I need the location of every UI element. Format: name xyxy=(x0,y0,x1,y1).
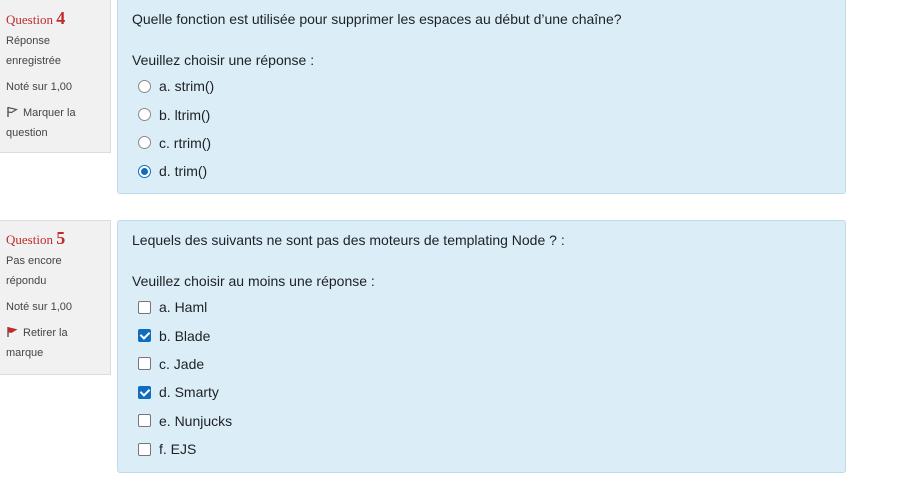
checkbox[interactable] xyxy=(138,300,151,314)
checkbox[interactable] xyxy=(138,357,151,371)
answer-label: a. Haml xyxy=(159,299,208,316)
question-number: Question 5 xyxy=(6,227,104,251)
answer-option-d[interactable]: d. Smarty xyxy=(138,378,831,406)
answer-option-a[interactable]: a. Haml xyxy=(138,293,831,321)
answer-option-b[interactable]: b. ltrim() xyxy=(138,100,831,128)
answer-option-d[interactable]: d. trim() xyxy=(138,157,831,185)
flag-outline-icon xyxy=(7,106,18,117)
question-state: Pas encore répondu xyxy=(6,255,62,287)
question-grade: Noté sur 1,00 xyxy=(6,301,73,313)
answer-option-b[interactable]: b. Blade xyxy=(138,321,831,349)
question-state: Réponse enregistrée xyxy=(6,35,62,67)
answer-prompt: Veuillez choisir au moins une réponse : xyxy=(132,273,375,289)
answer-option-c[interactable]: c. Jade xyxy=(138,350,831,378)
answer-label: c. rtrim() xyxy=(159,134,212,151)
answer-label: c. Jade xyxy=(159,355,205,372)
question-number-value: 4 xyxy=(56,8,66,28)
checkbox-checked[interactable] xyxy=(138,329,151,343)
answer-label: b. ltrim() xyxy=(159,106,211,123)
question-label: Question xyxy=(6,12,53,27)
question-number-value: 5 xyxy=(56,228,66,248)
radio-button[interactable] xyxy=(138,108,151,122)
radio-button-selected[interactable] xyxy=(138,164,151,178)
radio-button[interactable] xyxy=(138,136,151,150)
checkbox[interactable] xyxy=(138,414,151,428)
answer-option-c[interactable]: c. rtrim() xyxy=(138,129,831,157)
answer-list: a. strim() b. ltrim() c. rtrim() d. trim… xyxy=(138,72,831,186)
radio-button[interactable] xyxy=(138,79,151,93)
flag-question-link[interactable]: Marquer la question xyxy=(6,103,104,143)
question-info: Question 5 Pas encore répondu Noté sur 1… xyxy=(0,220,111,375)
question-text: Quelle fonction est utilisée pour suppri… xyxy=(132,11,622,27)
question-info: Question 4 Réponse enregistrée Noté sur … xyxy=(0,0,111,153)
answer-label: f. EJS xyxy=(159,441,197,458)
answer-label: d. Smarty xyxy=(159,384,219,401)
question-content: Quelle fonction est utilisée pour suppri… xyxy=(117,0,846,194)
flag-filled-red-icon xyxy=(7,326,18,337)
question-content: Lequels des suivants ne sont pas des mot… xyxy=(117,220,846,473)
question-text: Lequels des suivants ne sont pas des mot… xyxy=(132,232,565,248)
unflag-question-link[interactable]: Retirer la marque xyxy=(6,323,104,363)
answer-label: d. trim() xyxy=(159,163,208,180)
answer-option-e[interactable]: e. Nunjucks xyxy=(138,407,831,435)
question-label: Question xyxy=(6,232,53,247)
checkbox[interactable] xyxy=(138,442,151,456)
answer-prompt: Veuillez choisir une réponse : xyxy=(132,52,315,68)
question-number: Question 4 xyxy=(6,7,104,31)
question-grade: Noté sur 1,00 xyxy=(6,81,73,93)
checkbox-checked[interactable] xyxy=(138,385,151,399)
answer-option-f[interactable]: f. EJS xyxy=(138,435,831,463)
answer-option-a[interactable]: a. strim() xyxy=(138,72,831,100)
answer-label: a. strim() xyxy=(159,78,215,95)
answer-label: b. Blade xyxy=(159,327,211,344)
answer-label: e. Nunjucks xyxy=(159,412,233,429)
answer-list: a. Haml b. Blade c. Jade d. Smarty e. Nu… xyxy=(138,293,831,463)
